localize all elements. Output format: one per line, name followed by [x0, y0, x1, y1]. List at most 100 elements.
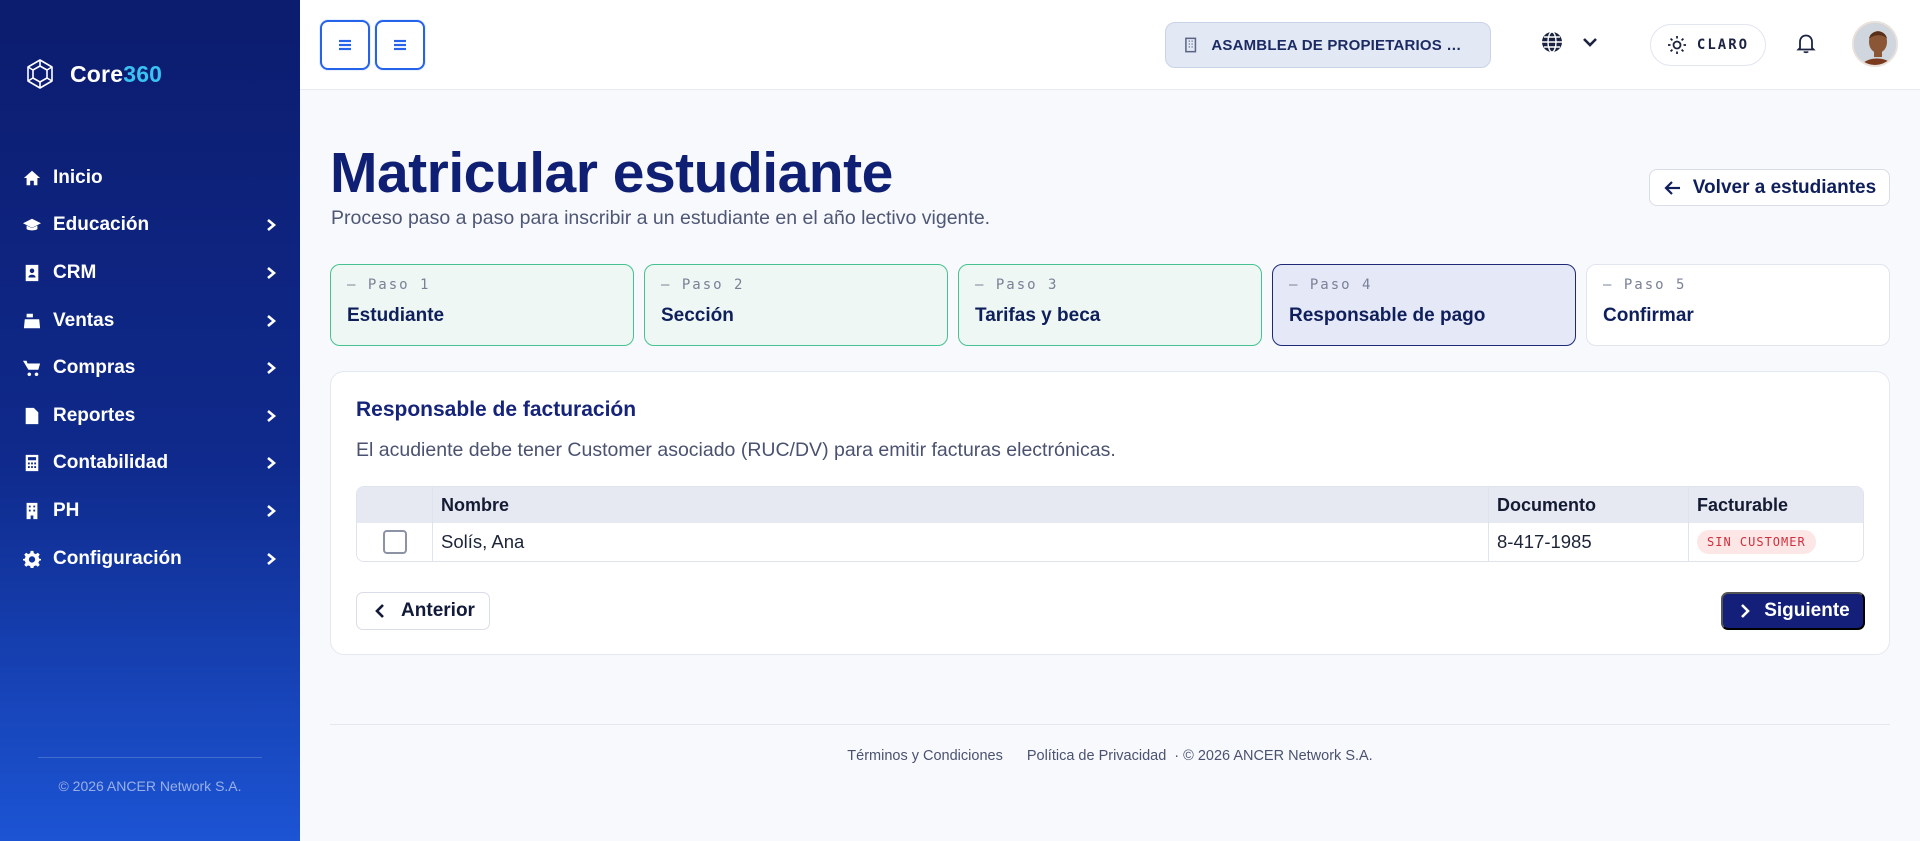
- bell-icon: [1796, 34, 1816, 54]
- sidebar-item-label: Inicio: [53, 166, 103, 188]
- user-photo-icon: [1854, 23, 1896, 65]
- billing-responsible-card: Responsable de facturación El acudiente …: [330, 371, 1890, 655]
- sidebar-item-ph[interactable]: PH: [0, 487, 300, 535]
- menu-toggle-button[interactable]: [375, 20, 425, 70]
- sidebar-item-label: Educación: [53, 214, 150, 236]
- footer-divider: [330, 724, 1890, 725]
- organization-name: ASAMBLEA DE PROPIETARIOS DE ...: [1211, 36, 1472, 54]
- previous-button[interactable]: Anterior: [356, 592, 490, 630]
- chevron-right-icon: [264, 361, 278, 375]
- next-button[interactable]: Siguiente: [1721, 592, 1865, 630]
- billable-cell: SIN CUSTOMER: [1689, 523, 1863, 561]
- terms-link[interactable]: Términos y Condiciones: [847, 748, 1003, 764]
- theme-label: CLARO: [1696, 37, 1750, 53]
- hamburger-icon: [394, 39, 406, 51]
- table-header: Nombre Documento Facturable: [357, 487, 1863, 523]
- theme-toggle[interactable]: CLARO: [1650, 24, 1766, 66]
- step-name: Estudiante: [347, 305, 445, 326]
- hamburger-icon: [339, 39, 351, 51]
- step-1-estudiante[interactable]: — Paso 1 Estudiante: [330, 264, 634, 346]
- sidebar-item-inicio[interactable]: Inicio: [0, 154, 300, 202]
- step-2-seccion[interactable]: — Paso 2 Sección: [644, 264, 948, 346]
- step-number: — Paso 5: [1603, 277, 1687, 293]
- sidebar-item-reportes[interactable]: Reportes: [0, 392, 300, 440]
- step-number: — Paso 4: [1289, 277, 1373, 293]
- sidebar-item-label: Contabilidad: [53, 452, 169, 474]
- sidebar-item-compras[interactable]: Compras: [0, 344, 300, 392]
- page-title: Matricular estudiante: [330, 141, 893, 205]
- sidebar-nav: Inicio Educación CRM Ventas Compras Repo…: [0, 154, 300, 582]
- guardians-table: Nombre Documento Facturable Solís, Ana 8…: [356, 486, 1864, 562]
- sidebar-toggle-button[interactable]: [320, 20, 370, 70]
- arrow-left-icon: [1664, 180, 1680, 195]
- sidebar-item-label: Configuración: [53, 547, 182, 569]
- sidebar-item-educacion[interactable]: Educación: [0, 202, 300, 250]
- contact-card-icon: [22, 263, 42, 283]
- top-bar: ASAMBLEA DE PROPIETARIOS DE ... CLARO: [300, 0, 1920, 90]
- sidebar-item-label: CRM: [53, 261, 97, 283]
- step-3-tarifas[interactable]: — Paso 3 Tarifas y beca: [958, 264, 1262, 346]
- step-name: Confirmar: [1603, 305, 1694, 326]
- privacy-link[interactable]: Política de Privacidad: [1027, 748, 1166, 764]
- language-selector[interactable]: [1540, 30, 1602, 54]
- card-title: Responsable de facturación: [356, 398, 637, 421]
- step-number: — Paso 3: [975, 277, 1059, 293]
- sidebar-copyright: © 2026 ANCER Network S.A.: [58, 778, 242, 794]
- brand-name: Core360: [70, 60, 163, 87]
- document-icon: [22, 406, 42, 426]
- sidebar-item-ventas[interactable]: Ventas: [0, 297, 300, 345]
- row-select-cell: [357, 523, 433, 561]
- chevron-down-icon: [1583, 38, 1597, 47]
- globe-icon: [1542, 31, 1562, 53]
- column-header-billable: Facturable: [1697, 494, 1789, 515]
- chevron-right-icon: [264, 552, 278, 566]
- notifications-button[interactable]: [1795, 32, 1819, 56]
- previous-label: Anterior: [401, 600, 475, 621]
- sidebar-item-label: Reportes: [53, 404, 136, 426]
- chevron-right-icon: [264, 504, 278, 518]
- back-to-students-button[interactable]: Volver a estudiantes: [1649, 169, 1890, 206]
- step-5-confirmar[interactable]: — Paso 5 Confirmar: [1586, 264, 1890, 346]
- chevron-left-icon: [375, 604, 384, 618]
- home-icon: [22, 168, 42, 188]
- step-name: Sección: [661, 305, 734, 326]
- chevron-right-icon: [264, 266, 278, 280]
- user-avatar[interactable]: [1852, 21, 1898, 67]
- core360-logo-icon: [27, 59, 53, 89]
- page-subtitle: Proceso paso a paso para inscribir a un …: [331, 207, 991, 229]
- cart-icon: [22, 358, 42, 378]
- table-row[interactable]: Solís, Ana 8-417-1985 SIN CUSTOMER: [357, 523, 1863, 561]
- step-number: — Paso 1: [347, 277, 431, 293]
- chevron-right-icon: [264, 456, 278, 470]
- graduation-cap-icon: [22, 215, 42, 235]
- sidebar-item-label: PH: [53, 499, 80, 521]
- sidebar-item-label: Ventas: [53, 309, 115, 331]
- organization-selector[interactable]: ASAMBLEA DE PROPIETARIOS DE ...: [1165, 22, 1491, 68]
- sidebar-item-contabilidad[interactable]: Contabilidad: [0, 440, 300, 488]
- sidebar-item-label: Compras: [53, 357, 136, 379]
- sidebar-divider: [38, 757, 262, 758]
- chevron-right-icon: [1741, 604, 1751, 618]
- column-header-document: Documento: [1489, 487, 1689, 523]
- calculator-icon: [22, 453, 42, 473]
- step-4-responsable[interactable]: — Paso 4 Responsable de pago: [1272, 264, 1576, 346]
- brand-logo[interactable]: Core360: [24, 58, 162, 90]
- step-name: Responsable de pago: [1289, 305, 1486, 326]
- page-footer: Términos y Condiciones Política de Priva…: [330, 748, 1890, 764]
- card-description: El acudiente debe tener Customer asociad…: [356, 439, 1116, 461]
- sidebar-item-crm[interactable]: CRM: [0, 249, 300, 297]
- step-name: Tarifas y beca: [975, 305, 1101, 326]
- building-icon: [1185, 37, 1197, 53]
- guardian-document: 8-417-1985: [1489, 523, 1689, 561]
- cash-register-icon: [22, 311, 42, 331]
- step-number: — Paso 2: [661, 277, 745, 293]
- next-label: Siguiente: [1764, 600, 1850, 621]
- row-select-checkbox[interactable]: [382, 530, 407, 554]
- sidebar-item-configuracion[interactable]: Configuración: [0, 535, 300, 583]
- building-icon: [22, 501, 42, 521]
- status-badge: SIN CUSTOMER: [1697, 530, 1816, 554]
- enrollment-stepper: — Paso 1 Estudiante — Paso 2 Sección — P…: [330, 264, 1890, 346]
- back-button-label: Volver a estudiantes: [1692, 176, 1877, 198]
- sun-icon: [1667, 36, 1686, 54]
- guardian-name: Solís, Ana: [433, 523, 1489, 561]
